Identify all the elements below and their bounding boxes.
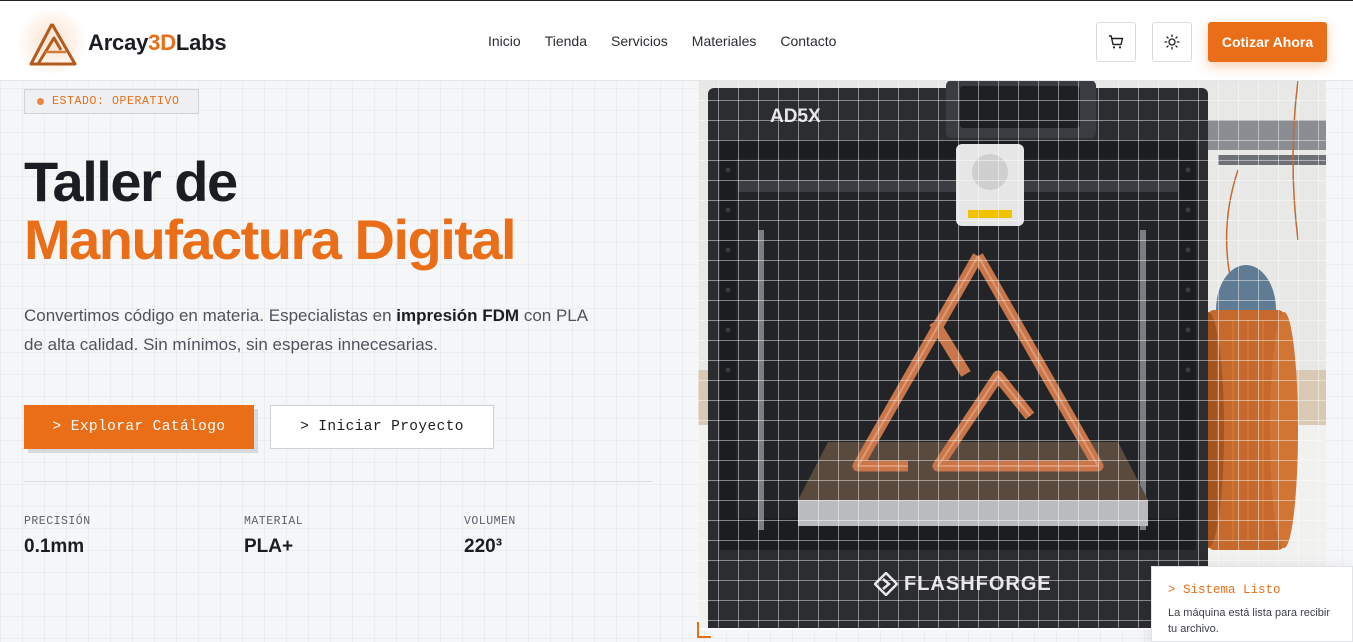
printer-illustration	[698, 80, 1326, 628]
corner-mark	[697, 622, 711, 638]
nav-servicios[interactable]: Servicios	[611, 33, 668, 49]
printer-brand: FLASHFORGE	[874, 572, 1052, 596]
start-project-button[interactable]: > Iniciar Proyecto	[270, 405, 494, 449]
cart-icon	[1109, 35, 1124, 49]
stat-material: MATERIAL PLA+	[244, 515, 303, 558]
printer-image: AD5X FLASHFORGE	[698, 80, 1326, 630]
triangle-logo-icon[interactable]	[28, 21, 78, 67]
brand-name[interactable]: Arcay3DLabs	[88, 30, 227, 56]
stat-label: PRECISIÓN	[24, 515, 91, 528]
toast-body: La máquina está lista para recibir tu ar…	[1168, 607, 1331, 635]
explore-catalog-button[interactable]: > Explorar Catálogo	[24, 405, 254, 449]
brand-name-prefix: Arcay	[88, 30, 149, 55]
system-ready-toast[interactable]: > Sistema Listo La máquina está lista pa…	[1151, 566, 1353, 642]
hero-desc-part1: Convertimos código en materia. Especiali…	[24, 306, 397, 325]
stats-divider	[24, 481, 652, 482]
status-text: ESTADO: OPERATIVO	[52, 95, 180, 108]
stat-label: MATERIAL	[244, 515, 304, 528]
stat-volume: VOLUMEN 220³	[464, 515, 516, 558]
stat-precision: PRECISIÓN 0.1mm	[24, 515, 91, 558]
stat-value: 0.1mm	[24, 536, 85, 557]
site-header: Arcay3DLabs Inicio Tienda Servicios Mate…	[0, 1, 1353, 81]
brand-name-accent: 3D	[148, 30, 176, 55]
quote-now-button[interactable]: Cotizar Ahora	[1208, 22, 1327, 62]
status-dot-icon	[37, 98, 44, 105]
cart-button[interactable]	[1096, 22, 1136, 62]
hero-title-line1: Taller de	[24, 150, 238, 213]
brand-name-suffix: Labs	[175, 30, 227, 55]
stat-label: VOLUMEN	[464, 515, 516, 528]
status-badge: ESTADO: OPERATIVO	[24, 89, 199, 114]
hero-description: Convertimos código en materia. Especiali…	[24, 301, 594, 359]
theme-toggle-button[interactable]	[1152, 22, 1192, 62]
sun-icon	[1164, 34, 1180, 50]
toast-title: > Sistema Listo	[1168, 583, 1281, 597]
stat-value: 220³	[464, 536, 503, 557]
nav-contacto[interactable]: Contacto	[780, 33, 836, 49]
hero-desc-bold: impresión FDM	[396, 306, 520, 325]
printer-model-label: AD5X	[770, 106, 821, 127]
nav-materiales[interactable]: Materiales	[692, 33, 757, 49]
hero-title-line2: Manufactura Digital	[24, 208, 517, 271]
printer-brand-label: FLASHFORGE	[904, 572, 1052, 595]
nav-inicio[interactable]: Inicio	[488, 33, 521, 49]
nav-tienda[interactable]: Tienda	[545, 33, 587, 49]
main-nav: Inicio Tienda Servicios Materiales Conta…	[488, 33, 836, 49]
stat-value: PLA+	[244, 536, 294, 557]
flashforge-logo-icon	[874, 572, 898, 596]
